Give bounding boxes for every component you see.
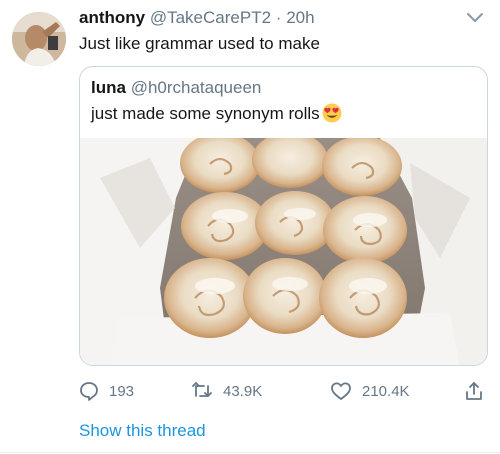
reply-count: 193 <box>109 382 135 400</box>
avatar-photo <box>12 12 66 66</box>
timestamp[interactable]: 20h <box>286 8 314 27</box>
display-name[interactable]: anthony <box>79 8 145 27</box>
retweet-count: 43.9K <box>223 382 263 400</box>
retweet-button[interactable]: 43.9K <box>191 378 262 404</box>
reply-icon <box>80 382 98 401</box>
quoted-tweet-text: just made some synonym rolls <box>91 104 320 123</box>
share-icon <box>466 382 482 400</box>
quoted-tweet-header: luna @h0rchataqueen <box>91 77 261 99</box>
quoted-tweet[interactable]: luna @h0rchataqueen just made some synon… <box>79 66 488 366</box>
tweet-header: anthony @TakeCarePT2 · 20h <box>79 7 315 29</box>
like-count: 210.4K <box>362 382 410 400</box>
tweet-actions: 193 43.9K 210.4K <box>79 378 489 404</box>
quoted-display-name: luna <box>91 78 126 97</box>
divider <box>0 452 500 453</box>
avatar[interactable] <box>12 12 66 66</box>
user-handle[interactable]: @TakeCarePT2 <box>150 8 271 27</box>
quoted-tweet-text-line: just made some synonym rolls <box>91 103 342 125</box>
separator-dot: · <box>275 8 282 27</box>
like-button[interactable]: 210.4K <box>330 378 410 404</box>
share-button[interactable] <box>464 378 494 404</box>
cinnamon-rolls-photo[interactable] <box>80 138 488 366</box>
heart-eyes-emoji-icon <box>322 103 342 123</box>
show-thread-link[interactable]: Show this thread <box>79 420 206 442</box>
retweet-icon <box>192 382 212 397</box>
tweet-text: Just like grammar used to make <box>79 34 320 53</box>
tweet-card[interactable]: anthony @TakeCarePT2 · 20h Just like gra… <box>0 0 500 454</box>
quoted-user-handle: @h0rchataqueen <box>130 78 262 97</box>
heart-icon <box>331 382 351 400</box>
chevron-down-icon[interactable] <box>466 10 484 24</box>
reply-button[interactable]: 193 <box>79 378 134 404</box>
